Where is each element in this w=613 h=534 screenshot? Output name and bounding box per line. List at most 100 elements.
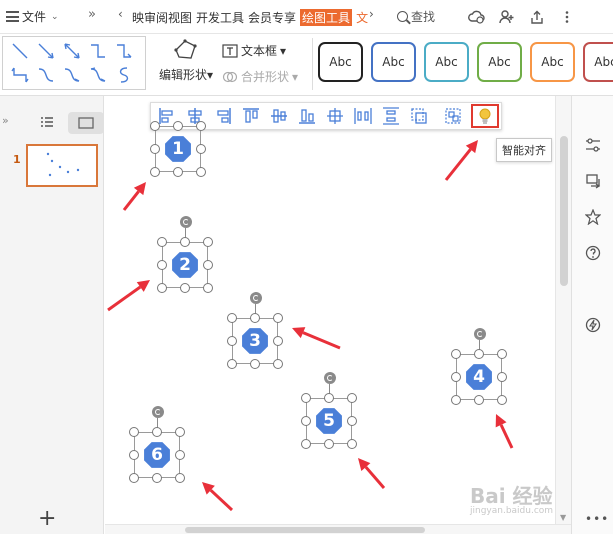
add-slide-button[interactable]: + bbox=[38, 508, 56, 530]
slide-thumbnail[interactable] bbox=[26, 144, 98, 187]
horizontal-scroll-thumb[interactable] bbox=[185, 527, 425, 533]
cloud-sync-icon[interactable] bbox=[468, 8, 485, 25]
textbox-button[interactable]: 文本框 ▾ bbox=[222, 42, 286, 59]
properties-sliders-icon[interactable] bbox=[584, 136, 602, 154]
collapse-panel-button[interactable]: » bbox=[2, 114, 9, 127]
lightning-icon[interactable] bbox=[584, 316, 602, 334]
numbered-shape-2[interactable]: 2 bbox=[157, 216, 213, 293]
resize-handle[interactable] bbox=[152, 427, 162, 437]
resize-handle[interactable] bbox=[150, 167, 160, 177]
file-menu[interactable]: 文件 ⌄ bbox=[6, 8, 59, 25]
rotate-handle-icon[interactable] bbox=[250, 292, 262, 304]
merge-shapes-button[interactable]: 合并形状 ▾ bbox=[222, 68, 298, 85]
vertical-scrollbar[interactable]: ▼ bbox=[555, 96, 571, 524]
resize-handle[interactable] bbox=[347, 416, 357, 426]
resize-handle[interactable] bbox=[180, 237, 190, 247]
sidebar-more-icon[interactable]: ••• bbox=[585, 512, 609, 526]
resize-handle[interactable] bbox=[150, 121, 160, 131]
replace-icon[interactable] bbox=[584, 172, 602, 190]
numbered-shape-5[interactable]: 5 bbox=[301, 372, 357, 449]
tab-scroll-left-button[interactable]: ‹ bbox=[118, 7, 123, 21]
edit-shape-button[interactable]: 编辑形状▾ bbox=[154, 38, 218, 90]
vertical-scroll-thumb[interactable] bbox=[560, 136, 568, 286]
smart-align-button[interactable] bbox=[471, 104, 499, 128]
animation-star-icon[interactable] bbox=[584, 208, 602, 226]
resize-handle[interactable] bbox=[152, 473, 162, 483]
align-bottom-icon[interactable] bbox=[295, 105, 319, 127]
resize-handle[interactable] bbox=[173, 167, 183, 177]
resize-handle[interactable] bbox=[451, 372, 461, 382]
rotate-handle-icon[interactable] bbox=[180, 216, 192, 228]
resize-handle[interactable] bbox=[497, 372, 507, 382]
curved-arrow-connector-icon[interactable] bbox=[61, 63, 83, 87]
align-right-icon[interactable] bbox=[211, 105, 235, 127]
resize-handle[interactable] bbox=[301, 393, 311, 403]
resize-handle[interactable] bbox=[347, 393, 357, 403]
elbow-arrow-connector-icon[interactable] bbox=[113, 39, 135, 63]
align-top-icon[interactable] bbox=[239, 105, 263, 127]
curved-connector-icon[interactable] bbox=[35, 63, 57, 87]
slide-view-icon[interactable] bbox=[68, 112, 104, 134]
align-center-both-icon[interactable] bbox=[323, 105, 347, 127]
straight-arrow-connector-icon[interactable] bbox=[35, 39, 57, 63]
resize-handle[interactable] bbox=[196, 167, 206, 177]
resize-handle[interactable] bbox=[203, 237, 213, 247]
resize-handle[interactable] bbox=[273, 336, 283, 346]
distribute-vertical-icon[interactable] bbox=[379, 105, 403, 127]
rotate-handle-icon[interactable] bbox=[474, 328, 486, 340]
resize-handle[interactable] bbox=[227, 359, 237, 369]
resize-handle[interactable] bbox=[150, 144, 160, 154]
resize-handle[interactable] bbox=[173, 121, 183, 131]
align-middle-icon[interactable] bbox=[267, 105, 291, 127]
tab-member[interactable]: 会员专享 bbox=[248, 9, 296, 26]
resize-handle[interactable] bbox=[175, 427, 185, 437]
help-icon[interactable] bbox=[584, 244, 602, 262]
resize-handle[interactable] bbox=[196, 121, 206, 131]
resize-handle[interactable] bbox=[324, 439, 334, 449]
distribute-horizontal-icon[interactable] bbox=[351, 105, 375, 127]
resize-handle[interactable] bbox=[301, 439, 311, 449]
resize-handle[interactable] bbox=[497, 349, 507, 359]
rotate-handle-icon[interactable] bbox=[324, 372, 336, 384]
share-icon[interactable] bbox=[528, 8, 545, 25]
add-user-icon[interactable] bbox=[498, 8, 515, 25]
resize-handle[interactable] bbox=[129, 473, 139, 483]
shape-style-3[interactable]: Abc bbox=[424, 42, 469, 82]
shape-style-6[interactable]: Abc bbox=[583, 42, 613, 82]
tab-scroll-right-button[interactable]: › bbox=[369, 7, 374, 21]
numbered-shape-6[interactable]: 6 bbox=[129, 406, 185, 483]
resize-handle[interactable] bbox=[474, 395, 484, 405]
numbered-shape-4[interactable]: 4 bbox=[451, 328, 507, 405]
resize-handle[interactable] bbox=[324, 393, 334, 403]
tab-developer[interactable]: 开发工具 bbox=[196, 9, 244, 26]
more-options-icon[interactable] bbox=[558, 8, 575, 25]
shape-style-2[interactable]: Abc bbox=[371, 42, 416, 82]
double-arrow-connector-icon[interactable] bbox=[61, 39, 83, 63]
resize-handle[interactable] bbox=[175, 473, 185, 483]
elbow-double-arrow-icon[interactable] bbox=[9, 63, 31, 87]
more-tabs-button[interactable]: » bbox=[88, 7, 96, 22]
resize-handle[interactable] bbox=[347, 439, 357, 449]
resize-handle[interactable] bbox=[175, 450, 185, 460]
resize-handle[interactable] bbox=[227, 336, 237, 346]
resize-handle[interactable] bbox=[474, 349, 484, 359]
resize-handle[interactable] bbox=[451, 395, 461, 405]
resize-handle[interactable] bbox=[129, 450, 139, 460]
elbow-connector-icon[interactable] bbox=[87, 39, 109, 63]
resize-handle[interactable] bbox=[157, 283, 167, 293]
resize-handle[interactable] bbox=[451, 349, 461, 359]
curved-double-arrow-icon[interactable] bbox=[87, 63, 109, 87]
equal-size-icon[interactable] bbox=[407, 105, 431, 127]
shape-style-5[interactable]: Abc bbox=[530, 42, 575, 82]
resize-handle[interactable] bbox=[497, 395, 507, 405]
tab-drawing-tools[interactable]: 绘图工具 bbox=[300, 9, 353, 26]
resize-handle[interactable] bbox=[157, 260, 167, 270]
resize-handle[interactable] bbox=[129, 427, 139, 437]
resize-handle[interactable] bbox=[250, 313, 260, 323]
resize-handle[interactable] bbox=[273, 313, 283, 323]
tab-text-truncated[interactable]: 文 bbox=[356, 9, 368, 26]
resize-handle[interactable] bbox=[203, 260, 213, 270]
horizontal-scrollbar[interactable] bbox=[105, 524, 571, 534]
tab-review-view[interactable]: 映审阅视图 bbox=[132, 9, 192, 26]
outline-view-icon[interactable] bbox=[40, 116, 54, 131]
